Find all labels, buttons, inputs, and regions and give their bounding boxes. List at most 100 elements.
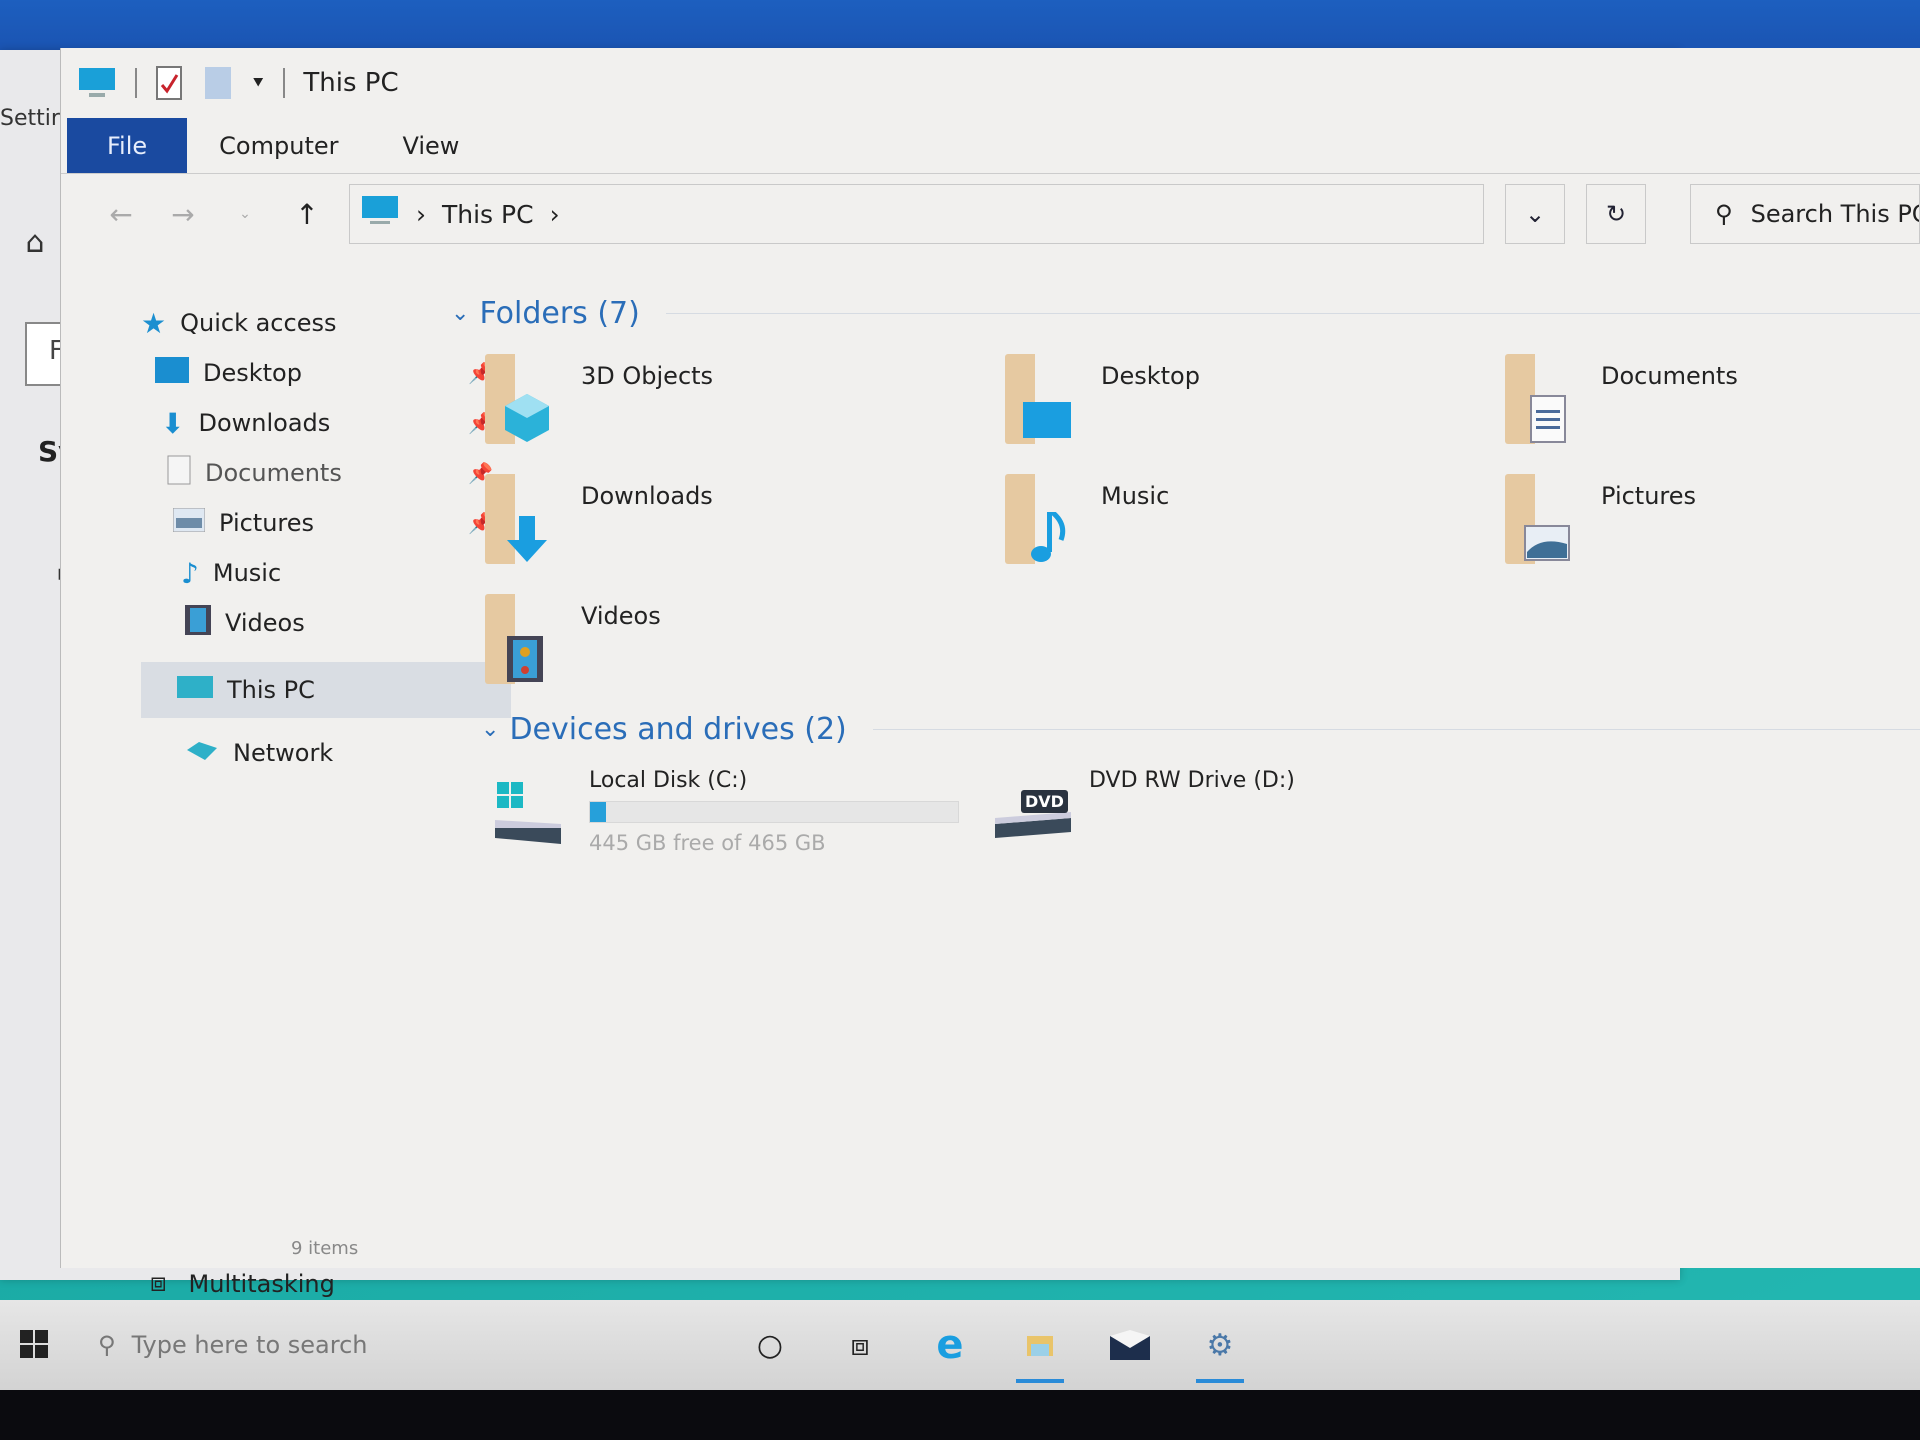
nav-label: Music: [212, 559, 282, 587]
drive-dvd-rw-d[interactable]: DVD DVD RW Drive (D:): [991, 768, 1491, 878]
divider: [665, 312, 1920, 314]
search-icon: ⚲: [98, 1331, 116, 1359]
nav-label: Documents: [205, 459, 342, 487]
settings-title: Settir: [0, 106, 60, 131]
refresh-button[interactable]: ↻: [1586, 184, 1646, 244]
folder-music[interactable]: Music: [1001, 474, 1501, 574]
drives-grid: Local Disk (C:) 445 GB free of 465 GB DV…: [491, 768, 1920, 878]
status-bar-item-count: 9 items: [291, 1238, 359, 1259]
desktop-icon: [155, 357, 189, 389]
folder-name: Documents: [1601, 362, 1738, 390]
monitor-bezel: [0, 1390, 1920, 1440]
settings-nav-multitasking[interactable]: ⧈ Multitasking: [150, 1268, 335, 1299]
drives-group-header[interactable]: ⌄ Devices and drives (2): [481, 704, 1920, 754]
cortana-icon[interactable]: ○: [750, 1325, 790, 1365]
nav-label: Downloads: [198, 409, 331, 437]
computer-icon: [177, 676, 213, 704]
chevron-down-icon[interactable]: ⌄: [481, 717, 499, 742]
folder-name: Downloads: [581, 482, 713, 510]
mail-icon[interactable]: [1110, 1325, 1150, 1365]
taskbar-search-input[interactable]: ⚲ Type here to search: [70, 1331, 710, 1359]
properties-icon[interactable]: [155, 65, 185, 101]
up-button[interactable]: ↑: [287, 198, 327, 231]
file-explorer-window: ⯆ This PC File Computer View ← → ⌄ ↑ › T…: [60, 48, 1920, 1268]
dvd-drive-icon: DVD: [991, 768, 1071, 858]
new-folder-icon[interactable]: [203, 65, 233, 101]
recent-locations-button[interactable]: ⌄: [225, 206, 265, 222]
tab-file[interactable]: File: [67, 118, 188, 173]
dvd-badge: DVD: [1021, 790, 1068, 813]
nav-label: This PC: [227, 676, 315, 704]
search-placeholder: Search This PC: [1750, 200, 1920, 228]
download-icon: ⬇: [161, 406, 185, 440]
address-row: ← → ⌄ ↑ › This PC › ⌄ ↻ ⚲ Search This PC: [61, 174, 1920, 254]
multitasking-label: Multitasking: [188, 1269, 335, 1298]
back-button[interactable]: ←: [101, 198, 141, 231]
customize-qat-icon[interactable]: ⯆: [251, 73, 265, 94]
folder-3d-objects[interactable]: 3D Objects: [481, 354, 1001, 454]
computer-icon: [360, 194, 400, 234]
videos-icon: [481, 594, 561, 690]
address-bar[interactable]: › This PC ›: [349, 184, 1484, 244]
tab-view[interactable]: View: [370, 118, 491, 173]
folder-name: Music: [1101, 482, 1170, 510]
folder-name: Videos: [581, 602, 661, 630]
folder-downloads[interactable]: Downloads: [481, 474, 1001, 574]
pictures-icon: [1501, 474, 1581, 570]
taskbar: ⚲ Type here to search ○ ⧈ e ⚙: [0, 1300, 1920, 1390]
edge-icon[interactable]: e: [930, 1322, 970, 1368]
home-icon[interactable]: ⌂: [15, 225, 55, 260]
folder-videos[interactable]: Videos: [481, 594, 1001, 694]
documents-icon: [1501, 354, 1581, 450]
folders-grid: 3D Objects Desktop Documents Downloads M…: [481, 354, 1920, 694]
file-explorer-icon[interactable]: [1016, 1325, 1064, 1383]
taskbar-search-placeholder: Type here to search: [131, 1331, 368, 1359]
network-icon: [185, 738, 219, 768]
folder-name: 3D Objects: [581, 362, 714, 390]
chevron-down-icon[interactable]: ⌄: [451, 301, 469, 326]
folders-group-header[interactable]: ⌄ Folders (7): [451, 288, 1920, 338]
videos-icon: [185, 605, 211, 641]
download-icon: [481, 474, 561, 570]
windows-logo-icon: [20, 1330, 48, 1358]
star-icon: ★: [141, 306, 167, 340]
music-icon: ♪: [181, 556, 199, 590]
drive-usage-bar: [589, 801, 959, 823]
nav-label: Network: [233, 739, 334, 767]
folder-pictures[interactable]: Pictures: [1501, 474, 1901, 574]
ribbon-tabs: File Computer View: [61, 118, 1920, 174]
drive-details: DVD RW Drive (D:): [1089, 768, 1295, 878]
computer-icon[interactable]: [77, 66, 117, 100]
nav-label: Videos: [225, 609, 305, 637]
start-button[interactable]: [0, 1330, 70, 1360]
forward-button[interactable]: →: [163, 198, 203, 231]
breadcrumb-this-pc[interactable]: This PC: [442, 200, 534, 229]
drive-local-disk-c[interactable]: Local Disk (C:) 445 GB free of 465 GB: [491, 768, 991, 878]
tab-computer[interactable]: Computer: [187, 118, 370, 173]
search-input[interactable]: ⚲ Search This PC: [1690, 184, 1920, 244]
desktop-icon: [1001, 354, 1081, 450]
folder-name: Pictures: [1601, 482, 1697, 510]
title-bar: ⯆ This PC: [61, 48, 1920, 118]
divider: [872, 728, 1920, 730]
breadcrumb-chevron-icon[interactable]: ›: [416, 200, 426, 229]
window-title: This PC: [303, 68, 399, 98]
music-icon: [1001, 474, 1081, 570]
documents-icon: [167, 455, 191, 491]
task-view-icon[interactable]: ⧈: [840, 1325, 880, 1365]
breadcrumb-chevron-icon[interactable]: ›: [550, 200, 560, 229]
drive-name: Local Disk (C:): [589, 768, 748, 793]
multitasking-icon: ⧈: [150, 1268, 167, 1298]
group-title: Folders (7): [479, 295, 640, 331]
folder-documents[interactable]: Documents: [1501, 354, 1901, 454]
settings-icon[interactable]: ⚙: [1196, 1325, 1244, 1383]
pictures-icon: [172, 507, 206, 538]
windows-drive-icon: [491, 768, 571, 858]
refresh-icon: ↻: [1605, 200, 1627, 228]
folder-desktop[interactable]: Desktop: [1001, 354, 1501, 454]
separator: [283, 68, 286, 98]
chevron-down-icon: ⌄: [1524, 200, 1546, 228]
address-history-dropdown[interactable]: ⌄: [1505, 184, 1565, 244]
drive-free-space: 445 GB free of 465 GB: [589, 831, 826, 855]
nav-label: Pictures: [219, 509, 315, 537]
